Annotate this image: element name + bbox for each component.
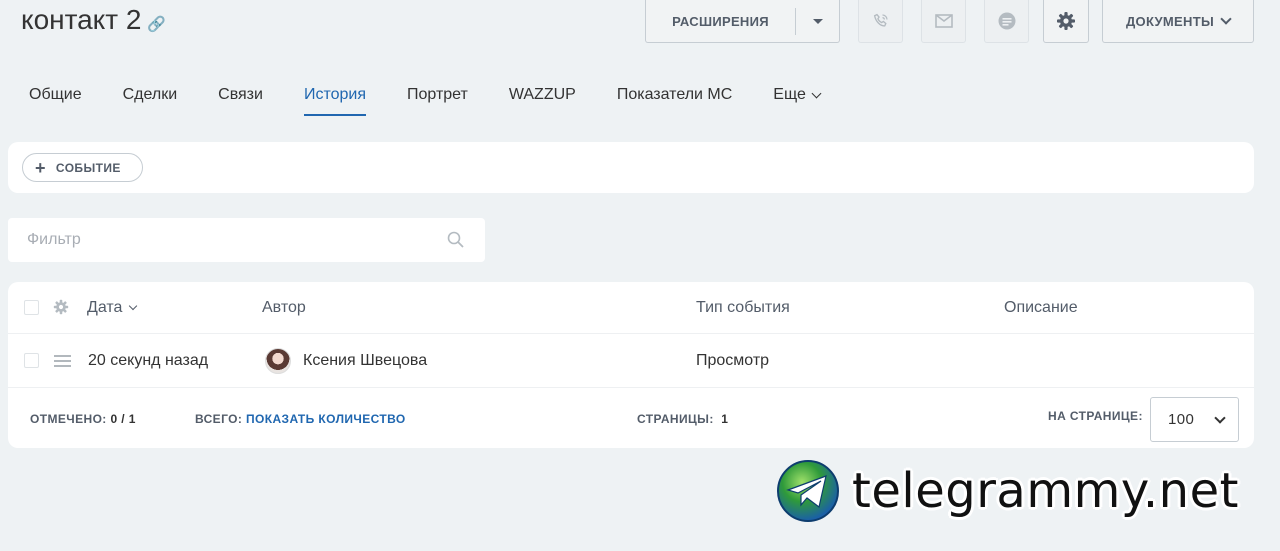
tab-links[interactable]: Связи [218,86,263,116]
tab-label: Связи [218,86,263,103]
tab-general[interactable]: Общие [29,86,82,116]
filter-bar [8,218,485,262]
call-button[interactable] [858,0,903,43]
column-header-description[interactable]: Описание [1004,299,1078,317]
tab-label: WAZZUP [508,86,576,103]
email-button[interactable] [921,0,966,43]
tab-ms-metrics[interactable]: Показатели МС [617,86,732,116]
chevron-down-icon [811,88,822,99]
phone-icon [873,13,888,27]
add-event-label: СОБЫТИЕ [55,160,121,175]
avatar [265,347,291,374]
chat-icon [998,12,1015,30]
per-page-select[interactable]: 100 [1150,397,1239,442]
pages-info: СТРАНИЦЫ: 1 [637,412,728,426]
per-page-label: НА СТРАНИЦЕ: [1048,409,1143,423]
documents-button-label: ДОКУМЕНТЫ [1126,13,1214,29]
sort-chevron-icon [129,301,138,311]
tab-label: История [303,86,366,103]
tab-label: Показатели МС [616,86,733,103]
gear-icon[interactable] [53,299,69,315]
grid-header: Дата Автор Тип события Описание [8,282,1254,334]
table-row[interactable]: 20 секунд назад Ксения Швецова Просмотр [8,334,1254,388]
event-panel: + СОБЫТИЕ [8,142,1254,193]
column-header-date[interactable]: Дата [87,298,138,317]
per-page-value: 100 [1168,411,1195,428]
column-header-author[interactable]: Автор [262,299,306,317]
cell-type: Просмотр [696,351,770,369]
pages-label: СТРАНИЦЫ: [637,412,714,426]
tab-label: Сделки [122,86,178,103]
marked-count: ОТМЕЧЕНО: 0 / 1 [30,412,136,426]
settings-button[interactable] [1043,0,1089,43]
tab-deals[interactable]: Сделки [123,86,178,116]
row-menu-icon[interactable] [54,355,71,370]
row-checkbox[interactable] [24,353,39,368]
page-title: контакт 2 🔗 [21,4,166,36]
author-name: Ксения Швецова [303,351,428,369]
chevron-down-icon [1214,411,1226,424]
search-icon[interactable] [447,231,465,249]
marked-label: ОТМЕЧЕНО: [30,412,107,426]
select-all-checkbox[interactable] [24,300,39,315]
tab-more[interactable]: Еще [773,86,822,116]
tab-wazzup[interactable]: WAZZUP [509,86,576,116]
plus-icon: + [35,157,46,178]
extensions-button[interactable]: РАСШИРЕНИЯ [645,0,840,43]
cell-date: 20 секунд назад [88,351,209,369]
pages-value[interactable]: 1 [721,412,728,426]
watermark: telegrammy.net [776,459,1239,523]
show-count-link[interactable]: ПОКАЗАТЬ КОЛИЧЕСТВО [246,412,406,426]
tab-bar: Общие Сделки Связи История Портрет WAZZU… [29,86,861,116]
tab-history[interactable]: История [303,86,367,116]
grid-footer: ОТМЕЧЕНО: 0 / 1 ВСЕГО: ПОКАЗАТЬ КОЛИЧЕСТ… [8,389,1254,448]
add-event-button[interactable]: + СОБЫТИЕ [22,153,143,182]
cell-author[interactable]: Ксения Швецова [265,347,428,374]
extensions-button-label: РАСШИРЕНИЯ [672,13,769,29]
chat-button[interactable] [984,0,1029,43]
page-title-text: контакт 2 [21,4,142,35]
tab-label: Общие [29,86,82,103]
link-icon[interactable]: 🔗 [147,15,166,33]
caret-down-icon [812,18,823,24]
envelope-icon [934,14,953,28]
gear-icon [1057,12,1075,30]
chevron-down-icon [1220,13,1232,25]
telegram-globe-icon [777,460,839,522]
watermark-text: telegrammy.net [852,463,1239,519]
column-header-label: Дата [87,298,123,316]
history-grid: Дата Автор Тип события Описание 20 секун… [8,282,1254,448]
marked-value: 0 / 1 [110,412,136,426]
tab-label: Портрет [407,86,468,103]
total-label: ВСЕГО: [195,412,243,426]
filter-input[interactable] [27,231,427,249]
total-count: ВСЕГО: ПОКАЗАТЬ КОЛИЧЕСТВО [195,412,406,426]
column-header-type[interactable]: Тип события [696,299,790,317]
extensions-dropdown-toggle[interactable] [796,18,839,24]
tab-label: Еще [773,86,806,103]
documents-button[interactable]: ДОКУМЕНТЫ [1102,0,1254,43]
tab-portrait[interactable]: Портрет [407,86,468,116]
